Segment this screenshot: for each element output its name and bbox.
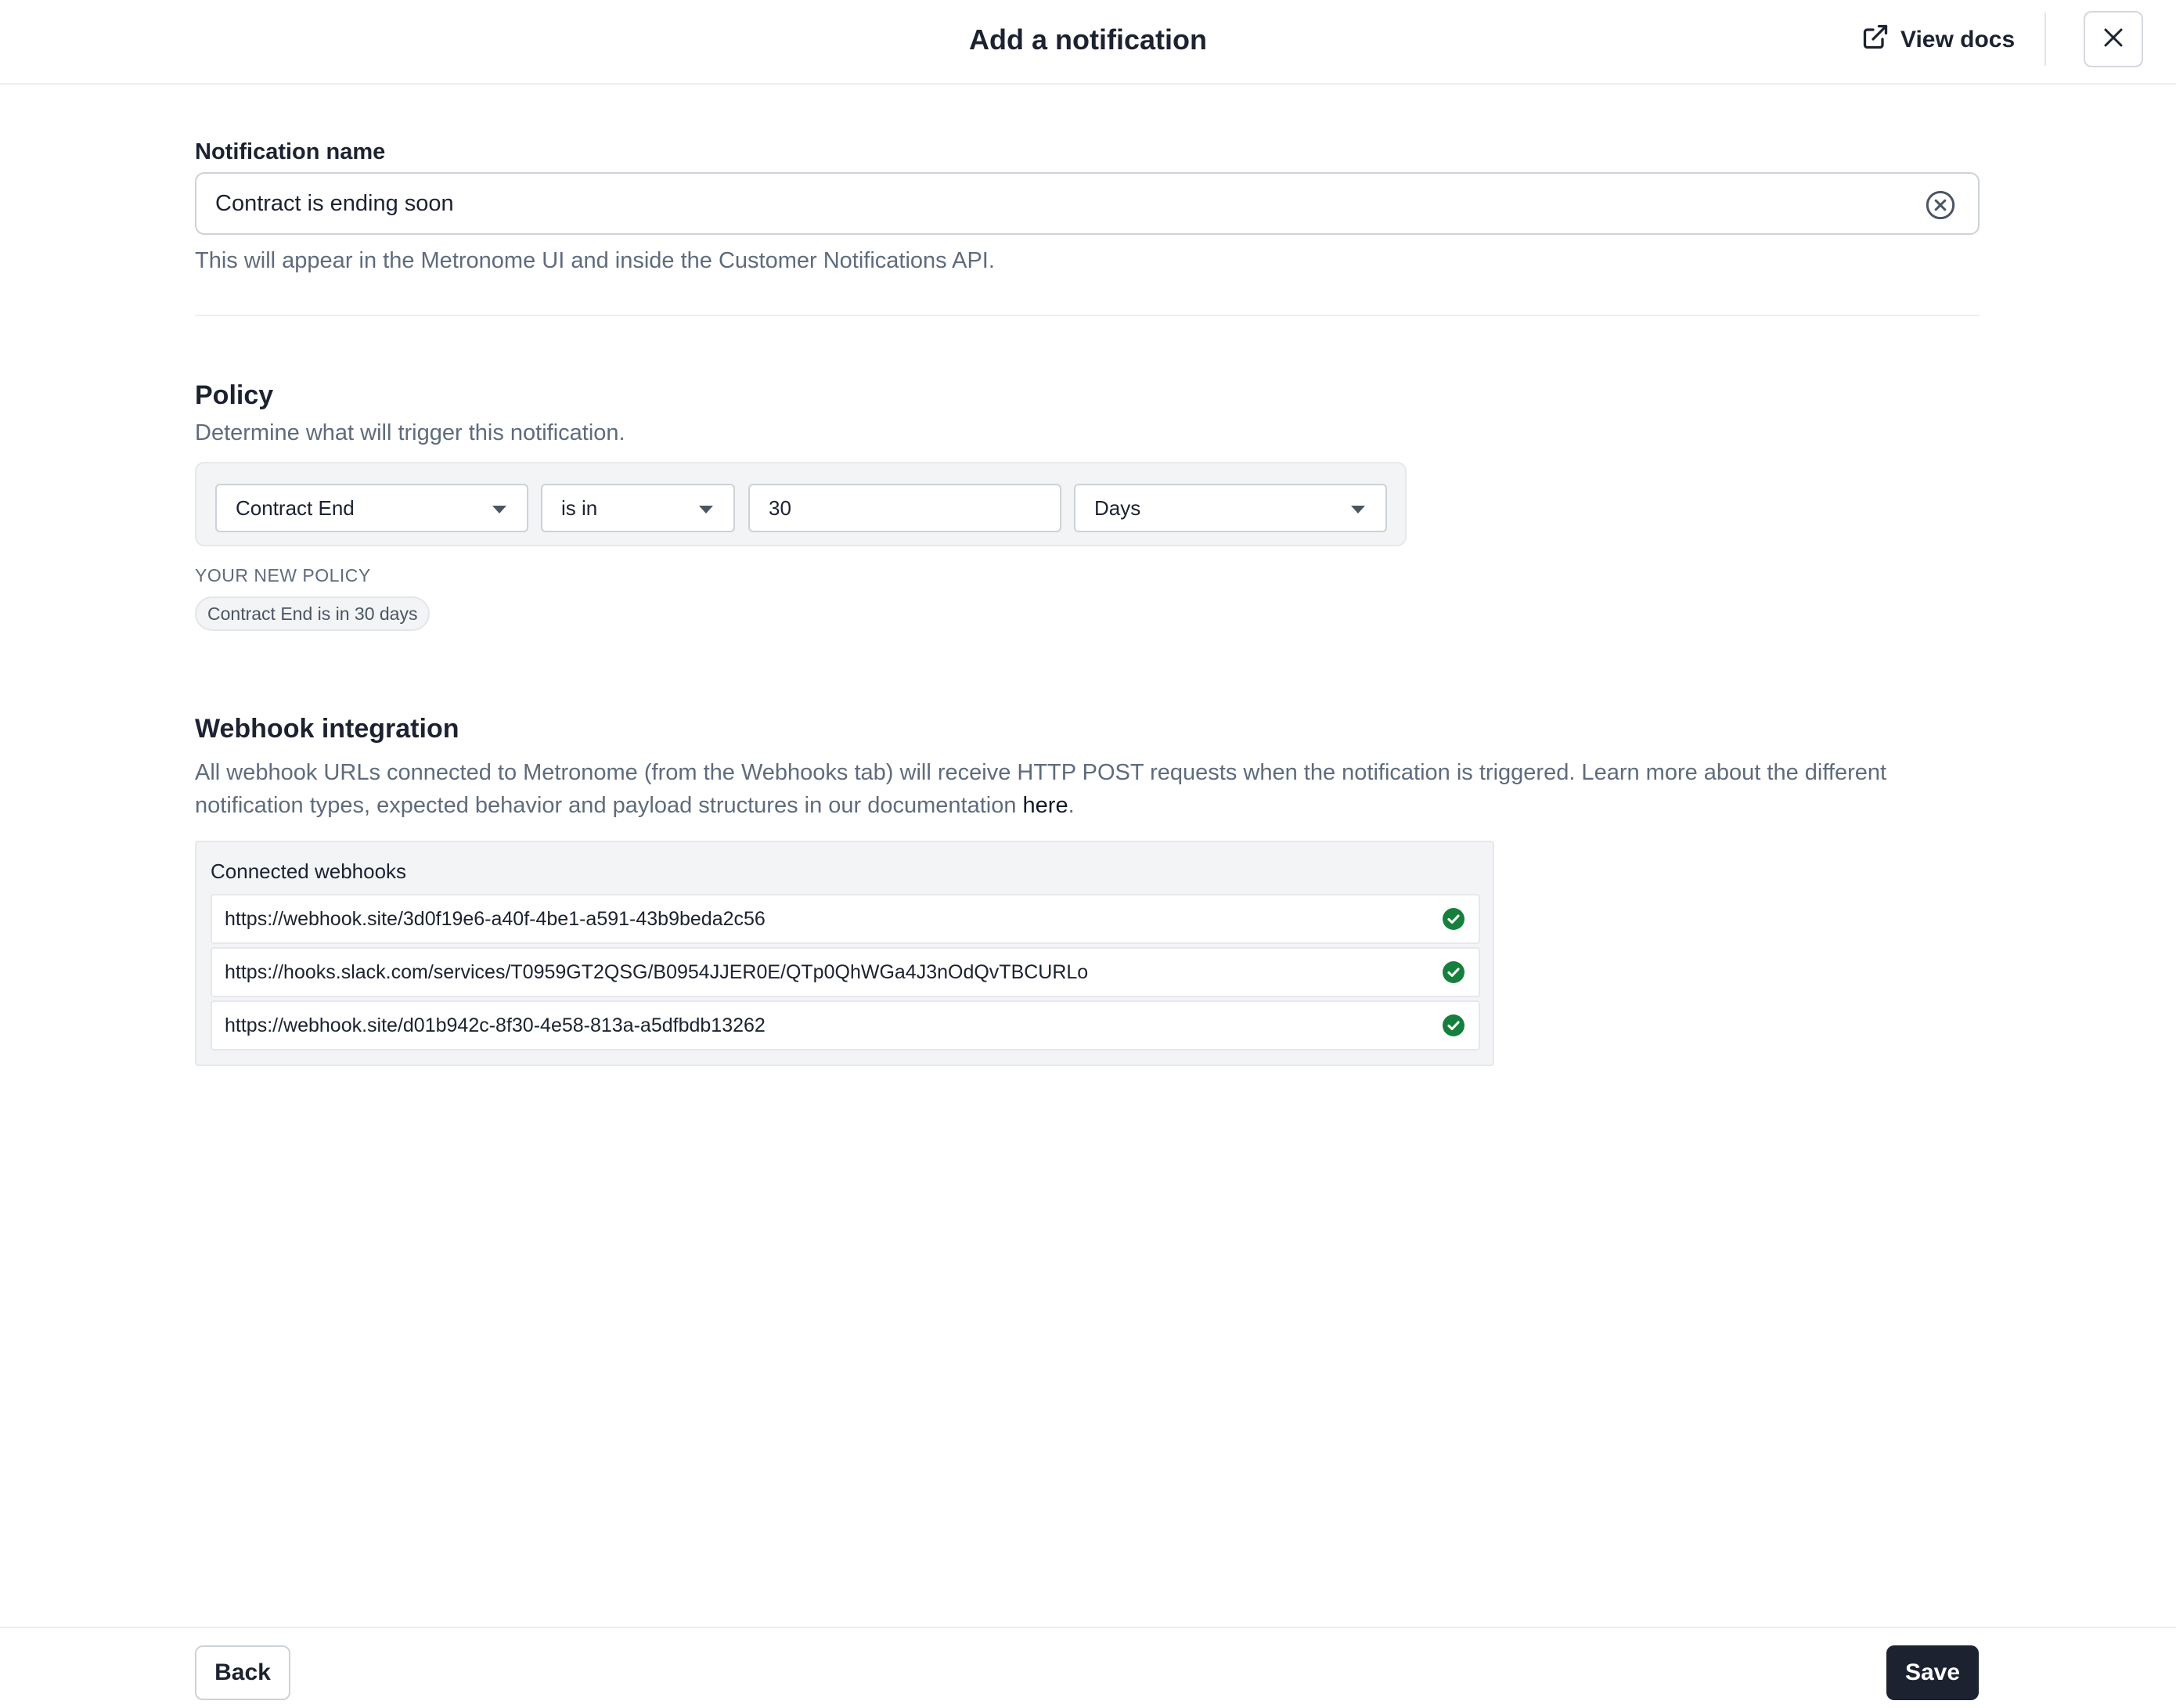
policy-editor: Contract End is in 30 Days xyxy=(195,462,1407,546)
trigger-select[interactable]: Contract End xyxy=(215,484,528,532)
webhook-url: https://webhook.site/3d0f19e6-a40f-4be1-… xyxy=(225,907,766,930)
external-link-icon xyxy=(1861,23,1890,57)
webhook-integration-description: All webhook URLs connected to Metronome … xyxy=(195,756,1995,822)
unit-select[interactable]: Days xyxy=(1074,484,1387,532)
amount-input-value: 30 xyxy=(769,495,791,520)
close-button[interactable] xyxy=(2084,11,2143,67)
back-button[interactable]: Back xyxy=(195,1645,290,1700)
check-circle-icon xyxy=(1443,908,1464,930)
section-divider xyxy=(195,315,1980,316)
trigger-select-value: Contract End xyxy=(236,495,355,520)
unit-select-value: Days xyxy=(1094,495,1141,520)
policy-summary-chip: Contract End is in 30 days xyxy=(195,596,431,631)
policy-description: Determine what will trigger this notific… xyxy=(195,420,625,445)
save-button[interactable]: Save xyxy=(1886,1645,1979,1700)
webhook-row: https://hooks.slack.com/services/T0959GT… xyxy=(211,947,1480,997)
notification-name-value: Contract is ending soon xyxy=(215,190,454,216)
amount-input[interactable]: 30 xyxy=(748,484,1061,532)
notification-name-label: Notification name xyxy=(195,139,386,164)
connected-webhooks-panel: Connected webhooks https://webhook.site/… xyxy=(195,841,1494,1066)
webhook-row: https://webhook.site/d01b942c-8f30-4e58-… xyxy=(211,1000,1480,1050)
view-docs-label: View docs xyxy=(1900,27,2016,52)
page-title: Add a notification xyxy=(969,23,1207,56)
notification-name-help: This will appear in the Metronome UI and… xyxy=(195,248,995,273)
chevron-down-icon xyxy=(492,506,506,513)
page-header: Add a notification View docs xyxy=(0,0,2176,85)
webhook-description-suffix: . xyxy=(1068,793,1075,818)
webhook-row: https://webhook.site/3d0f19e6-a40f-4be1-… xyxy=(211,894,1480,944)
check-circle-icon xyxy=(1443,1014,1464,1036)
clear-circle-icon[interactable] xyxy=(1925,189,1956,221)
webhook-url: https://hooks.slack.com/services/T0959GT… xyxy=(225,960,1089,983)
policy-summary-caption: YOUR NEW POLICY xyxy=(195,565,371,586)
policy-title: Policy xyxy=(195,380,274,410)
close-icon xyxy=(2102,26,2125,53)
operator-select[interactable]: is in xyxy=(541,484,735,532)
webhook-url: https://webhook.site/d01b942c-8f30-4e58-… xyxy=(225,1014,766,1036)
page-footer: Back Save xyxy=(0,1627,2176,1708)
connected-webhooks-title: Connected webhooks xyxy=(211,859,407,883)
operator-select-value: is in xyxy=(561,495,598,520)
header-divider xyxy=(2045,13,2046,66)
documentation-link[interactable]: here xyxy=(1023,793,1068,818)
view-docs-link[interactable]: View docs xyxy=(1861,22,2015,58)
webhook-integration-title: Webhook integration xyxy=(195,714,459,744)
notification-name-input[interactable]: Contract is ending soon xyxy=(195,172,1980,235)
chevron-down-icon xyxy=(1351,506,1365,513)
check-circle-icon xyxy=(1443,961,1464,983)
chevron-down-icon xyxy=(699,506,713,513)
